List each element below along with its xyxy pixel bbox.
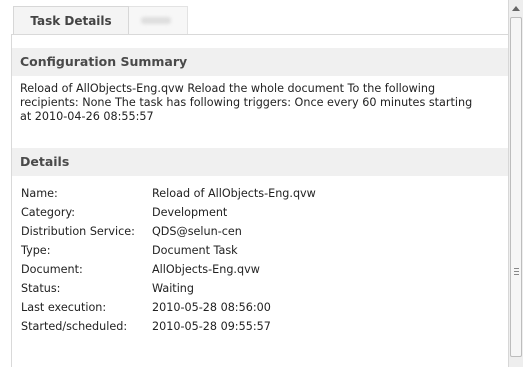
tab-task-details[interactable]: Task Details	[13, 6, 129, 34]
tab-secondary[interactable]	[129, 6, 188, 34]
details-key: Started/scheduled:	[21, 320, 128, 333]
details-value: 2010-05-28 08:56:00	[152, 301, 271, 314]
summary-line: recipients: None The task has following …	[20, 96, 473, 109]
details-key: Distribution Service:	[21, 225, 135, 238]
grip-lines-icon	[514, 268, 519, 276]
details-value: Development	[152, 206, 228, 219]
details-title: Details	[20, 154, 70, 169]
details-key: Type:	[21, 244, 51, 257]
tab-bar: Task Details	[0, 0, 508, 34]
details-value: AllObjects-Eng.qvw	[152, 263, 260, 276]
tab-task-details-label: Task Details	[30, 14, 112, 28]
configuration-summary-text: Reload of AllObjects-Eng.qvw Reload the …	[20, 82, 508, 124]
details-key: Status:	[21, 282, 61, 295]
summary-line: at 2010-04-26 08:55:57	[20, 110, 154, 123]
scrollbar-thumb[interactable]	[510, 17, 522, 357]
tab-secondary-blurred-label	[141, 17, 171, 24]
configuration-summary-header: Configuration Summary	[12, 48, 508, 76]
summary-line: Reload of AllObjects-Eng.qvw Reload the …	[20, 82, 436, 95]
details-value: Document Task	[152, 244, 238, 257]
task-details-panel: Configuration Summary Reload of AllObjec…	[11, 34, 508, 367]
details-key: Last execution:	[21, 301, 107, 314]
details-key: Category:	[21, 206, 76, 219]
details-value: Waiting	[152, 282, 194, 295]
details-key: Name:	[21, 187, 58, 200]
configuration-summary-title: Configuration Summary	[20, 54, 188, 69]
vertical-scrollbar[interactable]	[508, 0, 523, 367]
scroll-up-button[interactable]	[509, 0, 523, 16]
details-header: Details	[12, 148, 508, 176]
details-value: Reload of AllObjects-Eng.qvw	[152, 187, 316, 200]
details-key: Document:	[21, 263, 83, 276]
details-value: QDS@selun-cen	[152, 225, 242, 238]
details-value: 2010-05-28 09:55:57	[152, 320, 271, 333]
triangle-up-icon	[512, 5, 520, 11]
